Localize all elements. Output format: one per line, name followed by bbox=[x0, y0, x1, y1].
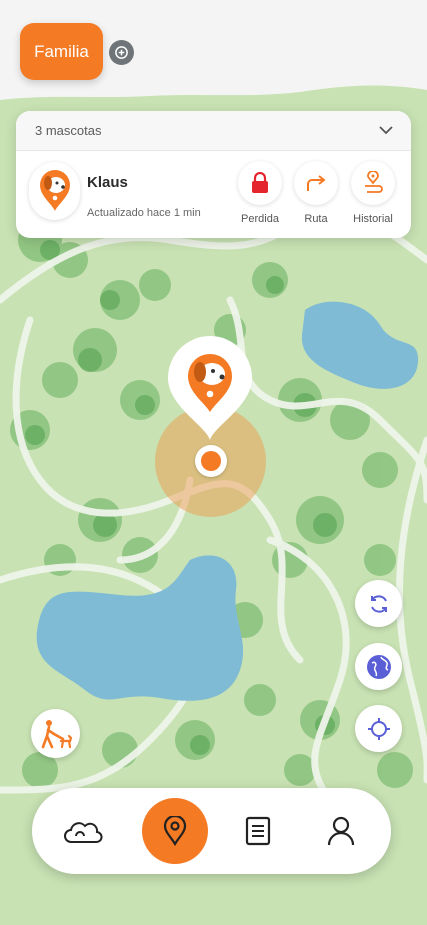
walking-dog-icon bbox=[41, 719, 72, 748]
route-label: Ruta bbox=[304, 213, 328, 225]
center-location-button[interactable] bbox=[355, 705, 402, 752]
map-pin-icon bbox=[163, 816, 187, 846]
cloud-icon bbox=[64, 822, 103, 843]
share-location-icon[interactable] bbox=[109, 40, 134, 65]
lost-mode-button[interactable]: Perdida bbox=[230, 161, 290, 225]
nav-profile[interactable] bbox=[308, 798, 374, 864]
pet-marker[interactable] bbox=[166, 334, 254, 442]
lost-mode-label: Perdida bbox=[241, 213, 279, 225]
history-pin-icon bbox=[351, 161, 395, 205]
nav-weather[interactable] bbox=[50, 798, 116, 864]
bottom-navigation bbox=[32, 788, 391, 874]
dog-pin-icon bbox=[168, 336, 252, 440]
nav-notes[interactable] bbox=[225, 798, 291, 864]
pet-count-label: 3 mascotas bbox=[35, 123, 102, 138]
route-button[interactable]: Ruta bbox=[286, 161, 346, 225]
family-group-label: Familia bbox=[34, 41, 89, 61]
notes-icon bbox=[245, 816, 271, 846]
history-label: Historial bbox=[353, 213, 393, 225]
pet-updated-time: Actualizado hace 1 min bbox=[87, 207, 201, 219]
family-group-button[interactable]: Familia bbox=[20, 23, 103, 80]
pet-count-header[interactable]: 3 mascotas bbox=[16, 111, 411, 151]
walk-button[interactable] bbox=[31, 709, 80, 758]
history-button[interactable]: Historial bbox=[343, 161, 403, 225]
nav-map[interactable] bbox=[142, 798, 208, 864]
location-dot-icon bbox=[195, 445, 227, 477]
refresh-button[interactable] bbox=[355, 580, 402, 627]
pet-summary-card: 3 mascotas Klaus Actualizado hace 1 min bbox=[16, 111, 411, 238]
refresh-icon bbox=[370, 594, 387, 613]
globe-icon bbox=[366, 654, 391, 679]
user-icon bbox=[327, 816, 355, 846]
globe-button[interactable] bbox=[355, 643, 402, 690]
pet-name: Klaus bbox=[87, 174, 128, 191]
route-arrow-icon bbox=[294, 161, 338, 205]
lock-icon bbox=[238, 161, 282, 205]
crosshair-icon bbox=[367, 717, 390, 740]
chevron-down-icon[interactable] bbox=[379, 122, 393, 140]
dog-pin-icon bbox=[29, 162, 80, 220]
pet-row[interactable]: Klaus Actualizado hace 1 min Perdida Rut… bbox=[16, 151, 411, 237]
